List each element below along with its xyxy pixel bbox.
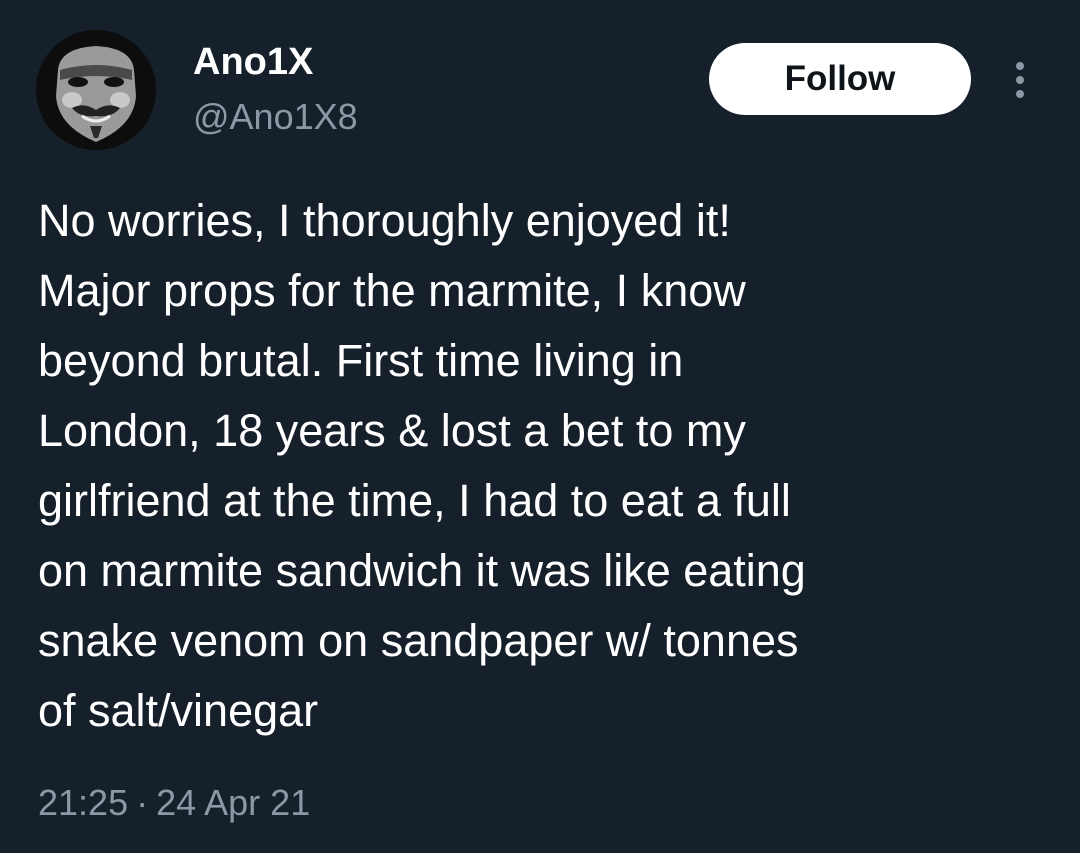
meta-separator: · [136,782,149,823]
tweet-text-line: on marmite sandwich it was like eating [38,545,806,596]
tweet-timestamp[interactable]: 21:25 · 24 Apr 21 [38,780,310,826]
author-display-name[interactable]: Ano1X [193,38,313,86]
more-vertical-icon [1016,62,1024,70]
author-handle[interactable]: @Ano1X8 [193,94,358,140]
mask-avatar-icon [36,30,156,150]
tweet-text-line: Major props for the marmite, I know [38,265,746,316]
more-vertical-icon [1016,90,1024,98]
tweet-text-line: London, 18 years & lost a bet to my [38,405,746,456]
tweet-time: 21:25 [38,782,129,823]
more-options-button[interactable] [1002,56,1038,104]
tweet-text-line: girlfriend at the time, I had to eat a f… [38,475,791,526]
tweet-date: 24 Apr 21 [156,782,311,823]
avatar[interactable] [36,30,156,150]
tweet-card: Ano1X @Ano1X8 Follow No worries, I thoro… [0,0,1080,853]
tweet-text-line: snake venom on sandpaper w/ tonnes [38,615,799,666]
follow-button[interactable]: Follow [709,43,971,115]
tweet-text-line: of salt/vinegar [38,685,319,736]
more-vertical-icon [1016,76,1024,84]
tweet-text: No worries, I thoroughly enjoyed it! Maj… [38,186,1048,746]
tweet-text-line: No worries, I thoroughly enjoyed it! [38,195,731,246]
tweet-text-line: beyond brutal. First time living in [38,335,684,386]
